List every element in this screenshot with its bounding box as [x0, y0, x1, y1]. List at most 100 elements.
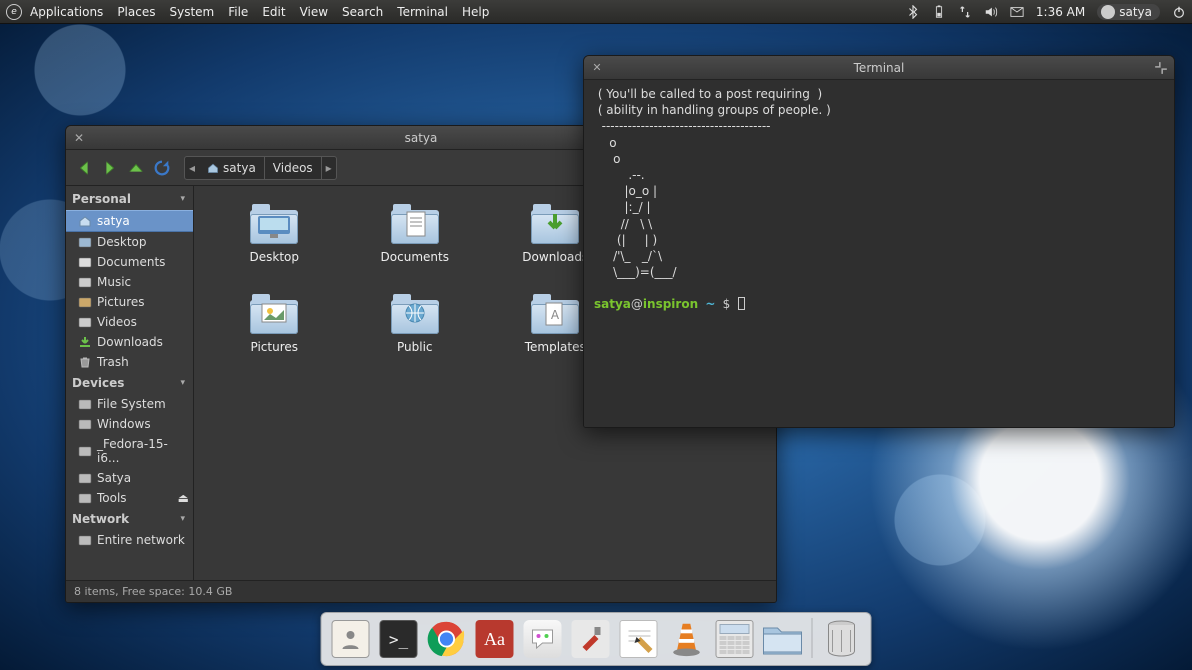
sidebar-item-downloads[interactable]: Downloads — [66, 332, 193, 352]
svg-text:A: A — [551, 308, 560, 322]
bluetooth-icon[interactable] — [906, 5, 920, 19]
terminal-app[interactable]: >_ — [378, 618, 420, 660]
sidebar-item-videos[interactable]: Videos — [66, 312, 193, 332]
network-icon[interactable] — [958, 5, 972, 19]
menu-search[interactable]: Search — [342, 5, 383, 19]
folder-public[interactable]: Public — [355, 294, 475, 384]
terminal-titlebar[interactable]: ✕ Terminal — [584, 56, 1174, 80]
mail-icon[interactable] — [1010, 5, 1024, 19]
sidebar-item-pictures[interactable]: Pictures — [66, 292, 193, 312]
contacts-app[interactable] — [330, 618, 372, 660]
home-icon — [78, 214, 92, 228]
path-fwd-chevron-icon[interactable]: ▸ — [322, 161, 336, 175]
sidebar-item-desktop[interactable]: Desktop — [66, 232, 193, 252]
sidebar-item-tools[interactable]: Tools⏏ — [66, 488, 193, 508]
sidebar-item--fedora-15-i6-[interactable]: _Fedora-15-i6... — [66, 434, 193, 468]
menu-help[interactable]: Help — [462, 5, 489, 19]
menu-applications[interactable]: Applications — [30, 5, 103, 19]
dictionary-app[interactable]: Aa — [474, 618, 516, 660]
eject-icon[interactable]: ⏏ — [178, 491, 189, 505]
gedit-app[interactable] — [618, 618, 660, 660]
menu-view[interactable]: View — [300, 5, 328, 19]
collapse-icon: ▾ — [180, 378, 185, 388]
sidebar-section-personal[interactable]: Personal▾ — [66, 188, 193, 210]
drive-icon — [78, 471, 92, 485]
clock[interactable]: 1:36 AM — [1036, 5, 1085, 19]
menu-system[interactable]: System — [169, 5, 214, 19]
video-icon — [78, 315, 92, 329]
collapse-icon: ▾ — [180, 194, 185, 204]
folder-desktop[interactable]: Desktop — [214, 204, 334, 294]
sidebar-item-documents[interactable]: Documents — [66, 252, 193, 272]
user-menu[interactable]: satya — [1097, 4, 1160, 20]
sidebar-item-satya[interactable]: Satya — [66, 468, 193, 488]
sidebar-item-satya[interactable]: satya — [66, 210, 193, 232]
nav-up-button[interactable] — [126, 158, 146, 178]
folder-pictures[interactable]: Pictures — [214, 294, 334, 384]
dock: >_ Aa — [321, 612, 872, 666]
power-icon[interactable] — [1172, 5, 1186, 19]
path-back-chevron-icon[interactable]: ◂ — [185, 161, 199, 175]
sidebar-item-windows[interactable]: Windows — [66, 414, 193, 434]
folder-documents[interactable]: Documents — [355, 204, 475, 294]
volume-icon[interactable] — [984, 5, 998, 19]
dock-separator — [812, 618, 813, 658]
folder-icon — [531, 204, 579, 244]
maximize-icon[interactable] — [1154, 61, 1168, 75]
drive-icon — [78, 491, 92, 505]
window-title: Terminal — [584, 61, 1174, 75]
document-icon — [78, 255, 92, 269]
system-tray: 1:36 AM satya — [906, 4, 1186, 20]
picture-icon — [78, 295, 92, 309]
username-label: satya — [1119, 5, 1152, 19]
nav-back-button[interactable] — [74, 158, 94, 178]
folder-icon — [391, 294, 439, 334]
menu-file[interactable]: File — [228, 5, 248, 19]
trash-icon — [78, 355, 92, 369]
sidebar-item-file-system[interactable]: File System — [66, 394, 193, 414]
terminal-window: ✕ Terminal ( You'll be called to a post … — [583, 55, 1175, 428]
sidebar-section-network[interactable]: Network▾ — [66, 508, 193, 530]
sidebar-item-music[interactable]: Music — [66, 272, 193, 292]
desktop-icon — [78, 235, 92, 249]
close-icon[interactable]: ✕ — [590, 61, 604, 75]
terminal-output[interactable]: ( You'll be called to a post requiring )… — [584, 80, 1174, 427]
top-panel: e Applications Places System File Edit View Se… — [0, 0, 1192, 24]
close-icon[interactable]: ✕ — [72, 131, 86, 145]
menu-terminal[interactable]: Terminal — [397, 5, 448, 19]
drive-icon — [78, 417, 92, 431]
pidgin-app[interactable] — [522, 618, 564, 660]
folder-icon — [250, 204, 298, 244]
calculator-app[interactable] — [714, 618, 756, 660]
path-segment-current[interactable]: Videos — [265, 157, 322, 179]
global-menu: Applications Places System File Edit View Sear… — [30, 5, 489, 19]
vlc-app[interactable] — [666, 618, 708, 660]
folder-icon — [391, 204, 439, 244]
menu-edit[interactable]: Edit — [262, 5, 285, 19]
utilities-app[interactable] — [570, 618, 612, 660]
path-bar: ◂ satya Videos ▸ — [184, 156, 337, 180]
folder-icon — [250, 294, 298, 334]
nav-forward-button[interactable] — [100, 158, 120, 178]
file-manager-statusbar: 8 items, Free space: 10.4 GB — [66, 580, 776, 602]
terminal-cursor — [738, 297, 745, 310]
folder-icon: A — [531, 294, 579, 334]
drive-icon — [78, 444, 92, 458]
network-icon — [78, 533, 92, 547]
collapse-icon: ▾ — [180, 514, 185, 524]
battery-icon[interactable] — [932, 5, 946, 19]
trash-app[interactable] — [821, 618, 863, 660]
drive-icon — [78, 397, 92, 411]
chrome-app[interactable] — [426, 618, 468, 660]
files-app[interactable] — [762, 618, 804, 660]
path-segment-home[interactable]: satya — [199, 157, 265, 179]
file-manager-sidebar: Personal▾satyaDesktopDocumentsMusicPictu… — [66, 186, 194, 580]
download-icon — [78, 335, 92, 349]
refresh-button[interactable] — [152, 158, 172, 178]
sidebar-item-trash[interactable]: Trash — [66, 352, 193, 372]
sidebar-item-entire-network[interactable]: Entire network — [66, 530, 193, 550]
sidebar-section-devices[interactable]: Devices▾ — [66, 372, 193, 394]
distro-logo-icon[interactable]: e — [6, 4, 22, 20]
user-avatar-icon — [1101, 5, 1115, 19]
menu-places[interactable]: Places — [117, 5, 155, 19]
